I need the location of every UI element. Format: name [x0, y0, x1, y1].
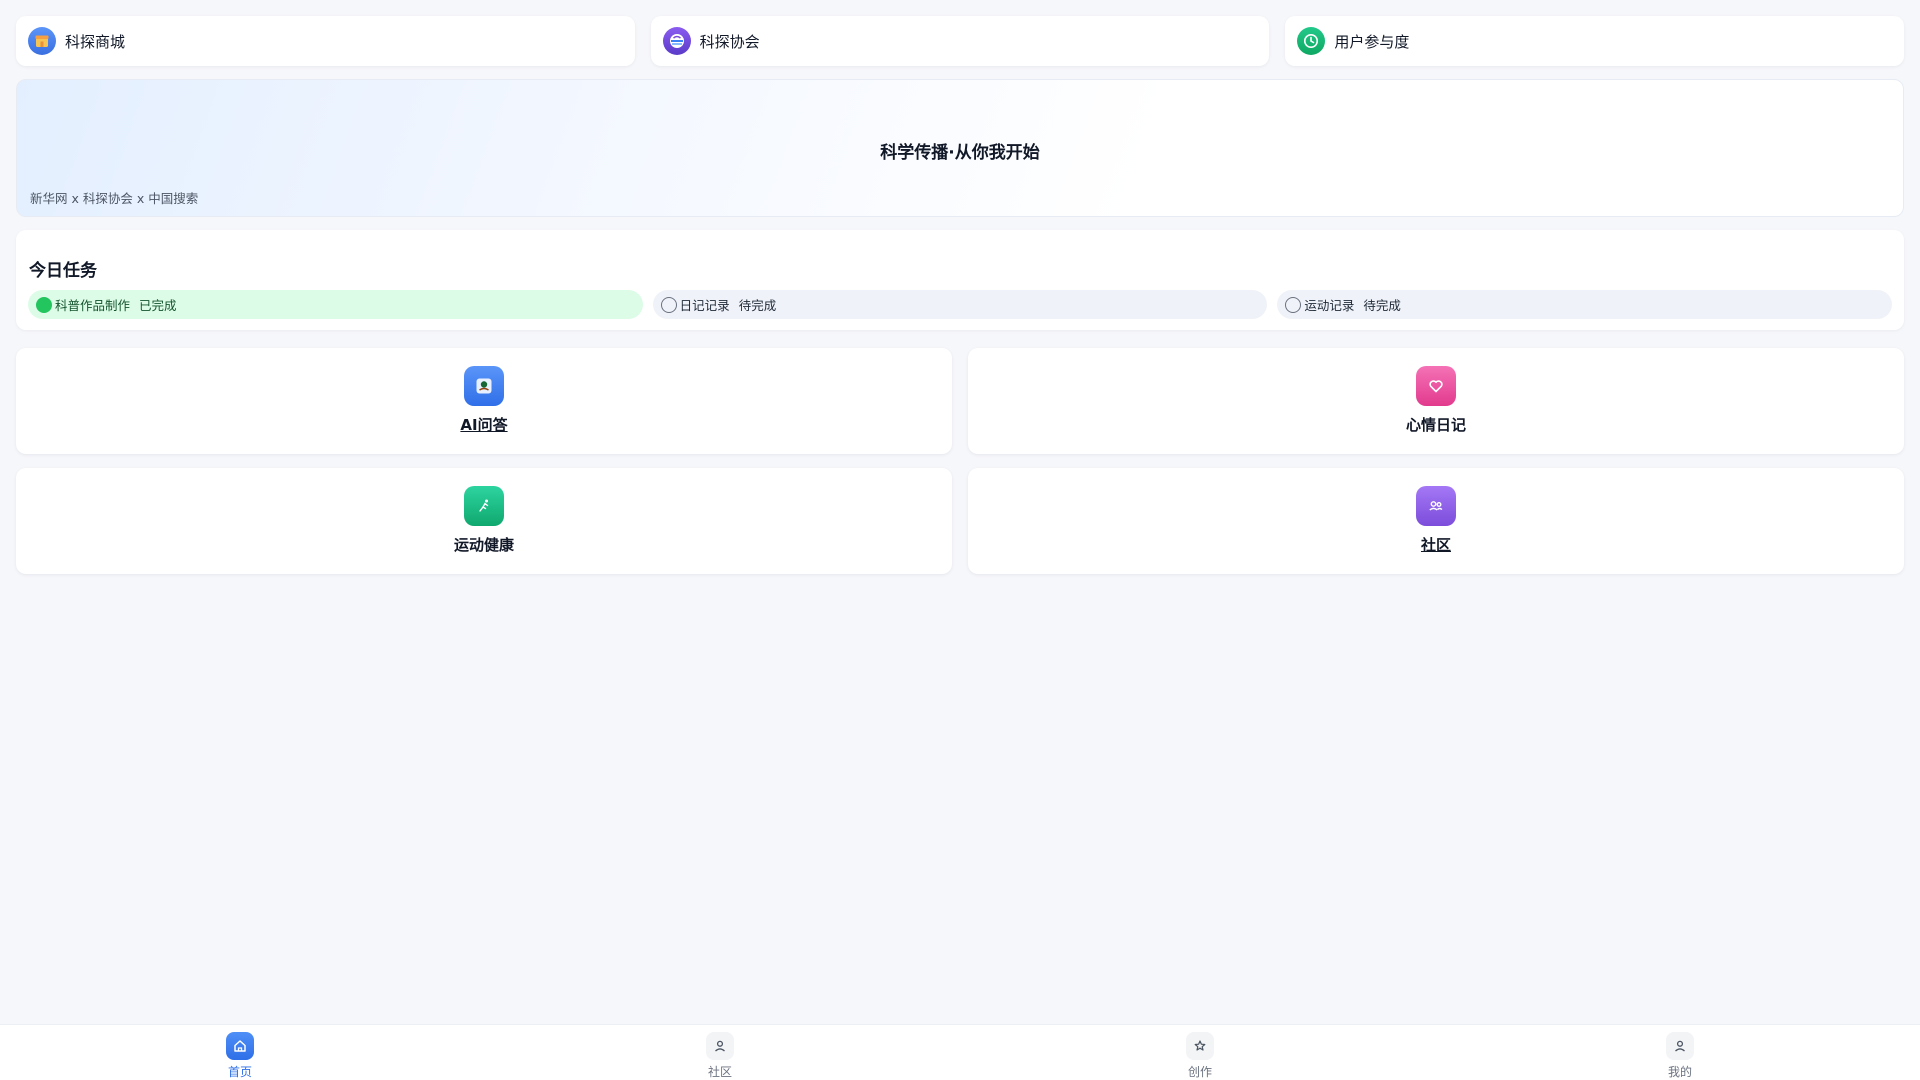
task-radio-icon	[660, 296, 677, 313]
home-icon	[226, 1032, 254, 1060]
quick-link-label: 科探协会	[699, 32, 760, 51]
task-item-diary[interactable]: 日记记录 待完成	[652, 290, 1268, 319]
quick-link-association[interactable]: 科探协会	[650, 16, 1270, 66]
user-icon	[706, 1032, 734, 1060]
feature-grid: AI问答 心情日记 运动健康 社区	[16, 348, 1904, 574]
shop-icon	[28, 27, 56, 55]
task-radio-icon	[1285, 296, 1302, 313]
task-status: 已完成	[139, 298, 177, 313]
people-icon	[1416, 486, 1456, 526]
quick-links: 科探商城 科探协会 用户参与度	[16, 16, 1905, 66]
feature-label: 心情日记	[1405, 416, 1466, 434]
bottom-nav: 首页 社区 创作 我的	[0, 1024, 1920, 1080]
hero-banner[interactable]: 科学传播·从你我开始 新华网 x 科探协会 x 中国搜索	[16, 79, 1904, 217]
nav-mine[interactable]: 我的	[1440, 1025, 1920, 1080]
task-item-science-work[interactable]: 科普作品制作 已完成	[28, 290, 643, 319]
feature-community[interactable]: 社区	[968, 468, 1904, 574]
association-icon	[662, 27, 691, 55]
task-label: 科普作品制作	[55, 298, 131, 313]
feature-label: AI问答	[460, 416, 508, 434]
task-item-exercise[interactable]: 运动记录 待完成	[1277, 290, 1893, 319]
task-list: 科普作品制作 已完成 日记记录 待完成 运动记录 待完成	[28, 290, 1893, 319]
task-label: 日记记录	[679, 298, 730, 313]
feature-mood-diary[interactable]: 心情日记	[968, 348, 1904, 454]
today-tasks-card: 今日任务 科普作品制作 已完成 日记记录 待完成 运动记录 待完成	[16, 230, 1904, 330]
quick-link-label: 用户参与度	[1334, 32, 1410, 51]
quick-link-engagement[interactable]: 用户参与度	[1285, 16, 1905, 66]
running-icon	[464, 486, 504, 526]
nav-label: 我的	[1667, 1065, 1692, 1079]
feature-ai-qa[interactable]: AI问答	[16, 348, 952, 454]
user-icon	[1666, 1032, 1694, 1060]
banner-subtitle: 新华网 x 科探协会 x 中国搜索	[30, 191, 199, 206]
feature-exercise-health[interactable]: 运动健康	[16, 468, 952, 574]
task-status: 待完成	[738, 298, 777, 313]
nav-label: 社区	[707, 1065, 732, 1079]
nav-label: 首页	[227, 1065, 252, 1079]
heart-icon	[1416, 366, 1456, 406]
quick-link-shop[interactable]: 科探商城	[16, 16, 635, 66]
feature-label: 社区	[1420, 536, 1451, 554]
ai-chat-icon	[464, 366, 504, 406]
feature-label: 运动健康	[453, 536, 514, 554]
star-icon	[1186, 1032, 1214, 1060]
quick-link-label: 科探商城	[65, 32, 126, 51]
task-label: 运动记录	[1304, 298, 1355, 313]
nav-community[interactable]: 社区	[480, 1025, 960, 1080]
tasks-title: 今日任务	[29, 261, 97, 281]
nav-home[interactable]: 首页	[0, 1025, 480, 1080]
banner-title: 科学传播·从你我开始	[880, 143, 1040, 163]
home-page: 科探商城 科探协会 用户参与度 科学传播·从你我开始 新华网 x 科探协会 x …	[0, 0, 1920, 1080]
task-check-icon	[36, 296, 52, 313]
clock-icon	[1297, 27, 1326, 55]
nav-label: 创作	[1187, 1065, 1212, 1079]
task-status: 待完成	[1363, 298, 1401, 313]
nav-create[interactable]: 创作	[960, 1025, 1440, 1080]
